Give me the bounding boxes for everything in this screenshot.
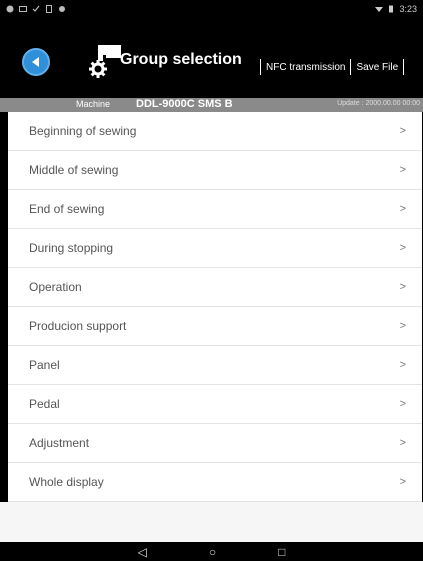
status-bar: 3:23 [0, 0, 423, 18]
chevron-right-icon: > [399, 437, 406, 449]
nav-home-icon[interactable]: ○ [209, 545, 216, 559]
list-item-label: Whole display [29, 475, 104, 489]
status-time: 3:23 [399, 4, 417, 14]
arrow-left-icon [32, 57, 39, 67]
nfc-transmission-button[interactable]: NFC transmission [264, 62, 347, 73]
group-list: Beginning of sewing > Middle of sewing >… [8, 112, 422, 502]
status-right-icons: 3:23 [375, 4, 417, 14]
list-item-label: Beginning of sewing [29, 124, 137, 138]
check-icon [32, 5, 40, 12]
empty-content-area [0, 502, 423, 542]
message-icon [19, 6, 27, 12]
list-item-label: During stopping [29, 241, 114, 255]
list-item-label: Producion support [29, 319, 127, 333]
app-header: Group selection NFC transmission Save Fi… [0, 18, 423, 86]
back-button[interactable] [22, 48, 50, 76]
list-item-beginning-of-sewing[interactable]: Beginning of sewing > [8, 112, 422, 151]
system-nav-bar: ◁ ○ □ [0, 542, 423, 561]
toolbar-divider [403, 59, 405, 75]
battery-icon [389, 5, 394, 13]
list-item-label: Panel [29, 358, 60, 372]
page-title: Group selection [120, 51, 242, 68]
chevron-right-icon: > [399, 359, 406, 371]
machine-model: DDL-9000C SMS B [136, 98, 233, 110]
save-file-button[interactable]: Save File [354, 62, 400, 73]
chevron-right-icon: > [399, 476, 406, 488]
chevron-right-icon: > [399, 398, 406, 410]
vpn-icon [6, 5, 14, 13]
toolbar-divider [350, 59, 352, 75]
machine-info-bar: Machine DDL-9000C SMS B Update : 2000.00… [0, 98, 423, 112]
chevron-right-icon: > [399, 125, 406, 137]
list-item-label: Pedal [29, 397, 60, 411]
header-toolbar: NFC transmission Save File [257, 59, 407, 75]
list-item-label: Middle of sewing [29, 163, 119, 177]
list-item-pedal[interactable]: Pedal > [8, 385, 422, 424]
list-item-label: Adjustment [29, 436, 90, 450]
list-item-operation[interactable]: Operation > [8, 268, 422, 307]
nav-back-icon[interactable]: ◁ [138, 545, 147, 559]
wifi-icon [375, 7, 384, 12]
list-item-end-of-sewing[interactable]: End of sewing > [8, 190, 422, 229]
chevron-right-icon: > [399, 164, 406, 176]
list-item-label: Operation [29, 280, 82, 294]
sewing-machine-gear-icon [89, 45, 121, 78]
list-item-middle-of-sewing[interactable]: Middle of sewing > [8, 151, 422, 190]
list-item-whole-display[interactable]: Whole display > [8, 463, 422, 502]
status-left-icons [6, 5, 66, 13]
chevron-right-icon: > [399, 203, 406, 215]
list-item-during-stopping[interactable]: During stopping > [8, 229, 422, 268]
list-item-panel[interactable]: Panel > [8, 346, 422, 385]
list-item-label: End of sewing [29, 202, 105, 216]
clipboard-icon [46, 5, 52, 13]
chevron-right-icon: > [399, 281, 406, 293]
list-item-production-support[interactable]: Producion support > [8, 307, 422, 346]
sync-icon [59, 6, 65, 12]
chevron-right-icon: > [399, 242, 406, 254]
machine-label: Machine [76, 99, 111, 109]
nav-recents-icon[interactable]: □ [278, 545, 285, 559]
toolbar-divider [260, 59, 261, 75]
chevron-right-icon: > [399, 320, 406, 332]
list-item-adjustment[interactable]: Adjustment > [8, 424, 422, 463]
update-timestamp: Update : 2000.00.00 00:00 [337, 100, 420, 107]
